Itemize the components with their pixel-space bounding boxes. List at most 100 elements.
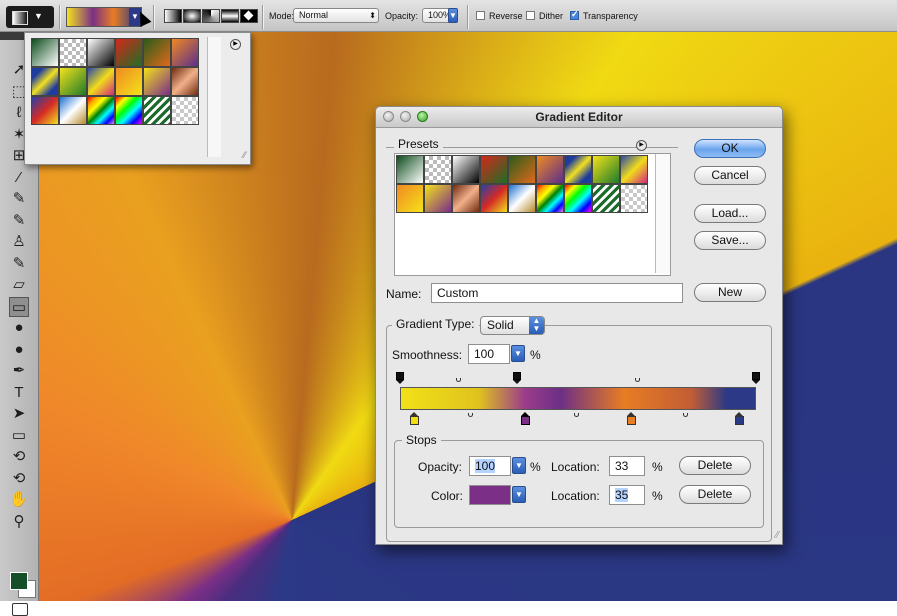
color-stop[interactable]: [626, 412, 637, 426]
preset-swatch-red-green[interactable]: [480, 155, 508, 184]
preset-swatch-chrome[interactable]: [59, 96, 87, 125]
preset-swatch-red-yellow-blue[interactable]: [564, 155, 592, 184]
smoothness-dropdown-button[interactable]: ▼: [511, 345, 525, 362]
preset-swatch-black-white-green[interactable]: [31, 38, 59, 67]
mode-select[interactable]: Normal ⬍: [293, 8, 379, 23]
blur-tool-icon[interactable]: ●: [9, 318, 29, 338]
preset-swatch-transparent[interactable]: [171, 96, 199, 125]
gradient-type-select[interactable]: Solid ▲ ▼: [480, 316, 545, 335]
radial-gradient-button[interactable]: [183, 9, 201, 23]
preset-swatch-transparent-checker[interactable]: [424, 155, 452, 184]
healing-brush-tool-icon[interactable]: ✎: [9, 189, 29, 209]
preset-swatch-spectrum-transparent[interactable]: [115, 96, 143, 125]
popup-scrollbar[interactable]: [207, 37, 221, 157]
preset-swatch-red-green[interactable]: [115, 38, 143, 67]
dodge-tool-icon[interactable]: ●: [9, 340, 29, 360]
gradient-tool-icon[interactable]: ▭: [9, 296, 29, 317]
reverse-checkbox[interactable]: [476, 11, 485, 20]
path-selection-tool-icon[interactable]: ➤: [9, 404, 29, 424]
delete-opacity-stop-button[interactable]: Delete: [679, 456, 751, 475]
preset-swatch-green-stripes[interactable]: [592, 184, 620, 213]
opacity-stop[interactable]: [395, 372, 405, 385]
dither-checkbox[interactable]: [526, 11, 535, 20]
preset-swatch-yellow-violet[interactable]: [143, 67, 171, 96]
preset-swatch-black-white-green[interactable]: [396, 155, 424, 184]
color-stop-selected[interactable]: [520, 412, 531, 426]
opacity-dropdown-button[interactable]: ▼: [448, 8, 458, 23]
preset-swatch-yellow-violet[interactable]: [424, 184, 452, 213]
preset-swatch-copper[interactable]: [452, 184, 480, 213]
linear-gradient-button[interactable]: [164, 9, 182, 23]
preset-swatch-copper[interactable]: [171, 67, 199, 96]
ok-button[interactable]: OK: [694, 139, 766, 158]
preset-swatch-orange-green[interactable]: [508, 155, 536, 184]
smoothness-input[interactable]: 100: [468, 344, 510, 364]
stop-opacity-label: Opacity:: [418, 460, 463, 474]
presets-scrollbar[interactable]: [655, 154, 670, 273]
preset-swatch-spectrum-transparent[interactable]: [564, 184, 592, 213]
opacity-stop[interactable]: [751, 372, 761, 385]
preset-swatch-green-yellow[interactable]: [592, 155, 620, 184]
hand-tool-icon[interactable]: ✋: [9, 490, 29, 510]
shape-tool-icon[interactable]: ▭: [9, 426, 29, 446]
preset-swatch-green-stripes[interactable]: [143, 96, 171, 125]
stop-color-dropdown-button[interactable]: ▼: [512, 486, 526, 503]
clone-stamp-tool-icon[interactable]: ♙: [9, 232, 29, 252]
stop-color-swatch[interactable]: [469, 485, 511, 505]
eraser-tool-icon[interactable]: ▱: [9, 275, 29, 295]
diamond-gradient-button[interactable]: [240, 9, 258, 23]
opacity-stop-selected[interactable]: [512, 372, 522, 385]
save-button[interactable]: Save...: [694, 231, 766, 250]
color-location-input[interactable]: 35: [609, 485, 645, 505]
color-stop[interactable]: [734, 412, 745, 426]
presets-menu-button[interactable]: ▶: [636, 140, 647, 151]
brush-tool-icon[interactable]: ✎: [9, 211, 29, 231]
transparency-checkbox[interactable]: [570, 9, 579, 20]
type-tool-icon[interactable]: T: [9, 383, 29, 403]
preset-swatch-blue-red-yellow[interactable]: [480, 184, 508, 213]
load-button[interactable]: Load...: [694, 204, 766, 223]
preset-swatch-chrome[interactable]: [508, 184, 536, 213]
quick-mask-button[interactable]: [12, 603, 28, 616]
foreground-color-swatch[interactable]: [10, 572, 28, 590]
pen-tool-icon[interactable]: ✒: [9, 361, 29, 381]
eyedropper-tool-icon[interactable]: ⁄: [9, 168, 29, 188]
color-stop[interactable]: [409, 412, 420, 426]
preset-swatch-orange-yellow[interactable]: [115, 67, 143, 96]
reflected-gradient-button[interactable]: [221, 9, 239, 23]
delete-color-stop-button[interactable]: Delete: [679, 485, 751, 504]
preset-swatch-orange-green[interactable]: [143, 38, 171, 67]
cancel-button[interactable]: Cancel: [694, 166, 766, 185]
panel-menu-button[interactable]: ▶: [230, 39, 241, 50]
zoom-tool-icon[interactable]: ⚲: [9, 512, 29, 532]
preset-swatch-rainbow[interactable]: [536, 184, 564, 213]
angle-gradient-button[interactable]: [202, 9, 220, 23]
gradient-preview-bar[interactable]: [400, 387, 756, 410]
preset-swatch-blue-yellow-pink[interactable]: [620, 155, 648, 184]
preset-swatch-green-yellow[interactable]: [59, 67, 87, 96]
preset-swatch-black-white[interactable]: [452, 155, 480, 184]
preset-swatch-blue-red-yellow[interactable]: [31, 96, 59, 125]
3d-orbit-tool-icon[interactable]: ⟲: [9, 469, 29, 489]
stop-opacity-input[interactable]: 100: [469, 456, 511, 476]
dialog-titlebar[interactable]: Gradient Editor: [376, 107, 782, 128]
resize-grip-icon[interactable]: ⁄⁄: [776, 530, 779, 541]
preset-swatch-rainbow[interactable]: [87, 96, 115, 125]
preset-swatch-transparent-checker[interactable]: [59, 38, 87, 67]
preset-swatch-red-yellow-blue[interactable]: [31, 67, 59, 96]
preset-swatch-transparent[interactable]: [620, 184, 648, 213]
preset-swatch-violet-orange[interactable]: [536, 155, 564, 184]
name-input[interactable]: Custom: [431, 283, 683, 303]
preset-swatch-blue-yellow-pink[interactable]: [87, 67, 115, 96]
history-brush-tool-icon[interactable]: ✎: [9, 254, 29, 274]
resize-grip-icon[interactable]: ⁄⁄: [243, 150, 246, 160]
opacity-location-input[interactable]: 33: [609, 456, 645, 476]
new-button[interactable]: New: [694, 283, 766, 302]
preset-swatch-black-white[interactable]: [87, 38, 115, 67]
gradient-picker[interactable]: ▼: [66, 7, 142, 27]
tool-preset-picker[interactable]: ▼: [6, 6, 54, 28]
preset-swatch-violet-orange[interactable]: [171, 38, 199, 67]
3d-rotate-tool-icon[interactable]: ⟲: [9, 447, 29, 467]
preset-swatch-orange-yellow[interactable]: [396, 184, 424, 213]
stop-opacity-dropdown-button[interactable]: ▼: [512, 457, 526, 474]
